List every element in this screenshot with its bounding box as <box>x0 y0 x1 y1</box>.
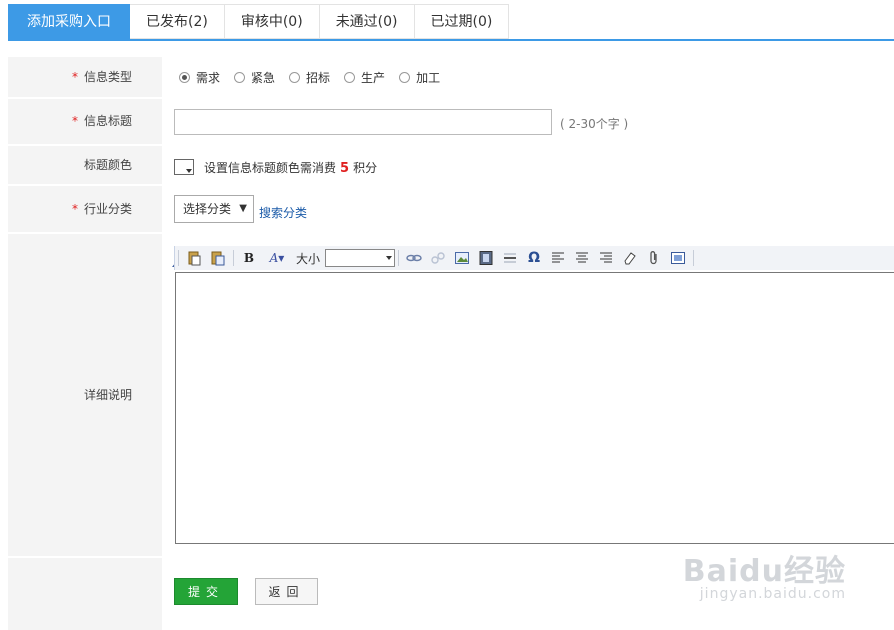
tab-bar: 添加采购入口 已发布(2) 审核中(0) 未通过(0) 已过期(0) <box>8 4 510 40</box>
row-title-color: 标题颜色 设置信息标题颜色需消费 5 积分 <box>8 146 894 184</box>
tab-published[interactable]: 已发布(2) <box>130 4 225 39</box>
attachment-icon[interactable] <box>646 250 662 266</box>
tab-expired[interactable]: 已过期(0) <box>414 4 510 39</box>
tab-add-purchase[interactable]: 添加采购入口 <box>8 4 130 39</box>
horizontal-rule-icon[interactable] <box>502 250 518 266</box>
font-size-select[interactable] <box>325 249 396 267</box>
label-industry: * 行业分类 <box>8 186 162 232</box>
chevron-down-icon <box>186 169 192 173</box>
unlink-icon[interactable] <box>430 250 446 266</box>
required-mark: * <box>71 70 78 84</box>
radio-dot[interactable] <box>399 71 411 83</box>
radio-urgent[interactable]: 紧急 <box>234 69 275 86</box>
paste-icon[interactable] <box>186 250 202 266</box>
link-icon[interactable] <box>406 250 422 266</box>
radio-processing[interactable]: 加工 <box>399 69 440 86</box>
paste-text-icon[interactable] <box>210 250 226 266</box>
radio-dot[interactable] <box>344 71 356 83</box>
font-color-icon[interactable]: A▾ <box>265 250 289 266</box>
label-title-color: 标题颜色 <box>8 146 162 184</box>
points-cost: 5 <box>340 161 350 176</box>
title-color-note: 设置信息标题颜色需消费 5 积分 <box>204 161 378 176</box>
tab-underline <box>8 39 894 41</box>
submit-button[interactable]: 提交 <box>174 578 238 605</box>
detail-editor[interactable] <box>175 272 894 544</box>
bold-icon[interactable]: B <box>241 250 257 266</box>
label-detail: 详细说明 <box>8 234 162 556</box>
title-length-hint: ( 2-30个字 ) <box>560 117 629 131</box>
image-icon[interactable] <box>454 250 470 266</box>
radio-dot[interactable] <box>234 71 246 83</box>
row-industry: * 行业分类 选择分类 ▼ 搜索分类 <box>8 186 894 232</box>
info-type-radio-group: 需求 紧急 招标 生产 加工 <box>179 57 894 97</box>
back-button[interactable]: 返回 <box>255 578 318 605</box>
special-char-icon[interactable]: Ω <box>526 250 542 266</box>
tab-reviewing[interactable]: 审核中(0) <box>224 4 320 39</box>
label-title: * 信息标题 <box>8 99 162 144</box>
label-actions <box>8 558 162 630</box>
color-picker[interactable] <box>174 159 194 175</box>
media-icon[interactable] <box>478 250 494 266</box>
fullscreen-icon[interactable] <box>670 250 686 266</box>
radio-production[interactable]: 生产 <box>344 69 385 86</box>
watermark: Baidu经验 jingyan.baidu.com <box>682 546 846 602</box>
radio-dot[interactable] <box>289 71 301 83</box>
watermark-brand: Baidu经验 <box>682 554 846 589</box>
radio-dot-checked[interactable] <box>179 71 190 83</box>
dropdown-arrow-icon: ▼ <box>239 203 247 214</box>
row-info-type: * 信息类型 需求 紧急 招标 生产 加工 <box>8 57 894 97</box>
align-left-icon[interactable] <box>550 250 566 266</box>
watermark-url: jingyan.baidu.com <box>699 586 846 602</box>
editor-toolbar: B A▾ 大小 Ω <box>174 246 894 270</box>
eraser-icon[interactable] <box>622 250 638 266</box>
radio-tender[interactable]: 招标 <box>289 69 330 86</box>
radio-demand[interactable]: 需求 <box>179 69 220 86</box>
label-info-type: * 信息类型 <box>8 57 162 97</box>
title-input[interactable] <box>174 109 552 135</box>
row-detail: 详细说明 B A▾ 大小 Ω <box>8 234 894 556</box>
font-size-label: 大小 <box>296 251 321 266</box>
search-category-link[interactable]: 搜索分类 <box>259 204 307 221</box>
row-title: * 信息标题 ( 2-30个字 ) <box>8 99 894 144</box>
align-center-icon[interactable] <box>574 250 590 266</box>
tab-rejected[interactable]: 未通过(0) <box>319 4 415 39</box>
align-right-icon[interactable] <box>598 250 614 266</box>
industry-select[interactable]: 选择分类 ▼ <box>174 195 254 223</box>
